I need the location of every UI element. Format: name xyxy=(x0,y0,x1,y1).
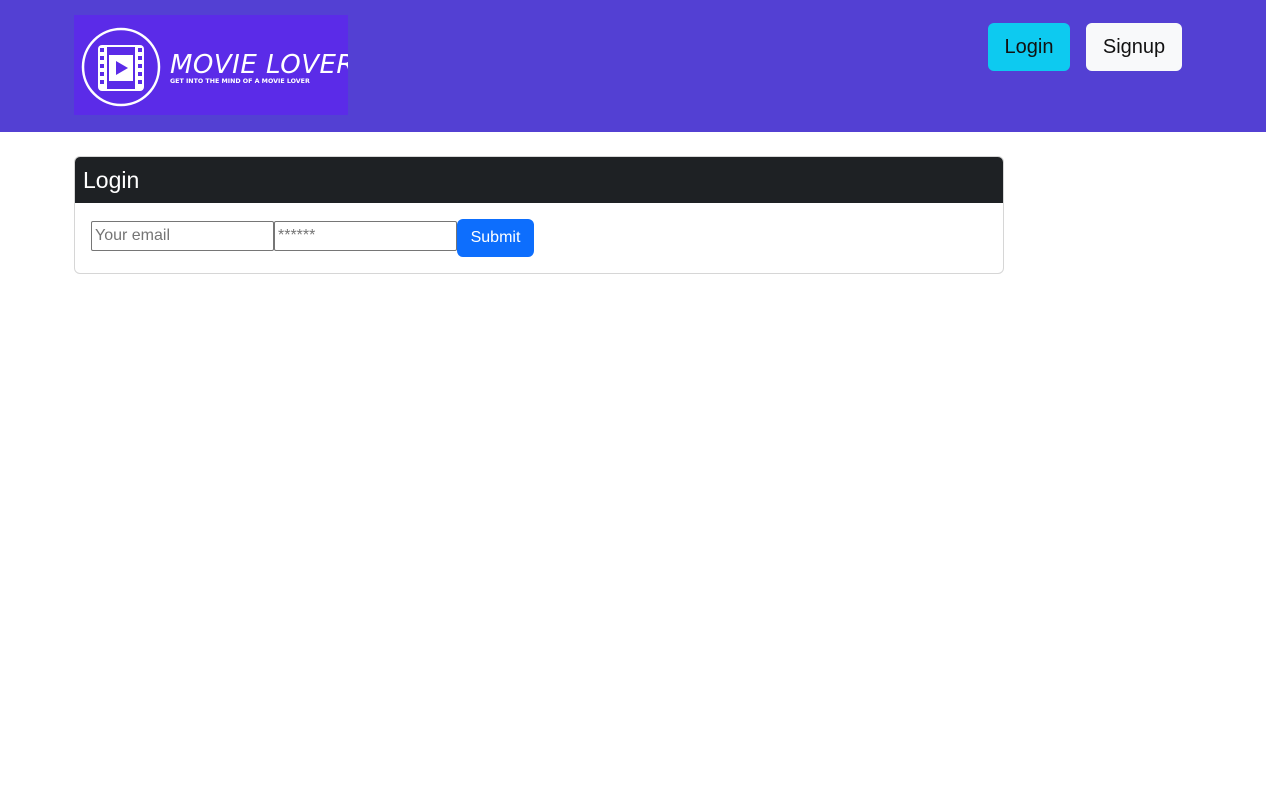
login-form: Submit xyxy=(75,203,1003,273)
email-input[interactable] xyxy=(91,221,274,251)
nav-login-button[interactable]: Login xyxy=(988,23,1070,71)
submit-button[interactable]: Submit xyxy=(457,219,534,257)
nav-signup-button[interactable]: Signup xyxy=(1086,23,1182,71)
logo-tagline: GET INTO THE MIND OF A MOVIE LOVER xyxy=(170,78,310,85)
login-card: Login Submit xyxy=(74,156,1004,274)
password-input[interactable] xyxy=(274,221,457,251)
logo-title: MOVIE LOVER xyxy=(170,50,348,80)
login-card-title: Login xyxy=(75,157,1003,203)
brand-logo[interactable]: MOVIE LOVER GET INTO THE MIND OF A MOVIE… xyxy=(74,15,348,115)
navbar: MOVIE LOVER GET INTO THE MIND OF A MOVIE… xyxy=(0,0,1266,132)
film-play-icon: MOVIE LOVER GET INTO THE MIND OF A MOVIE… xyxy=(81,27,348,107)
